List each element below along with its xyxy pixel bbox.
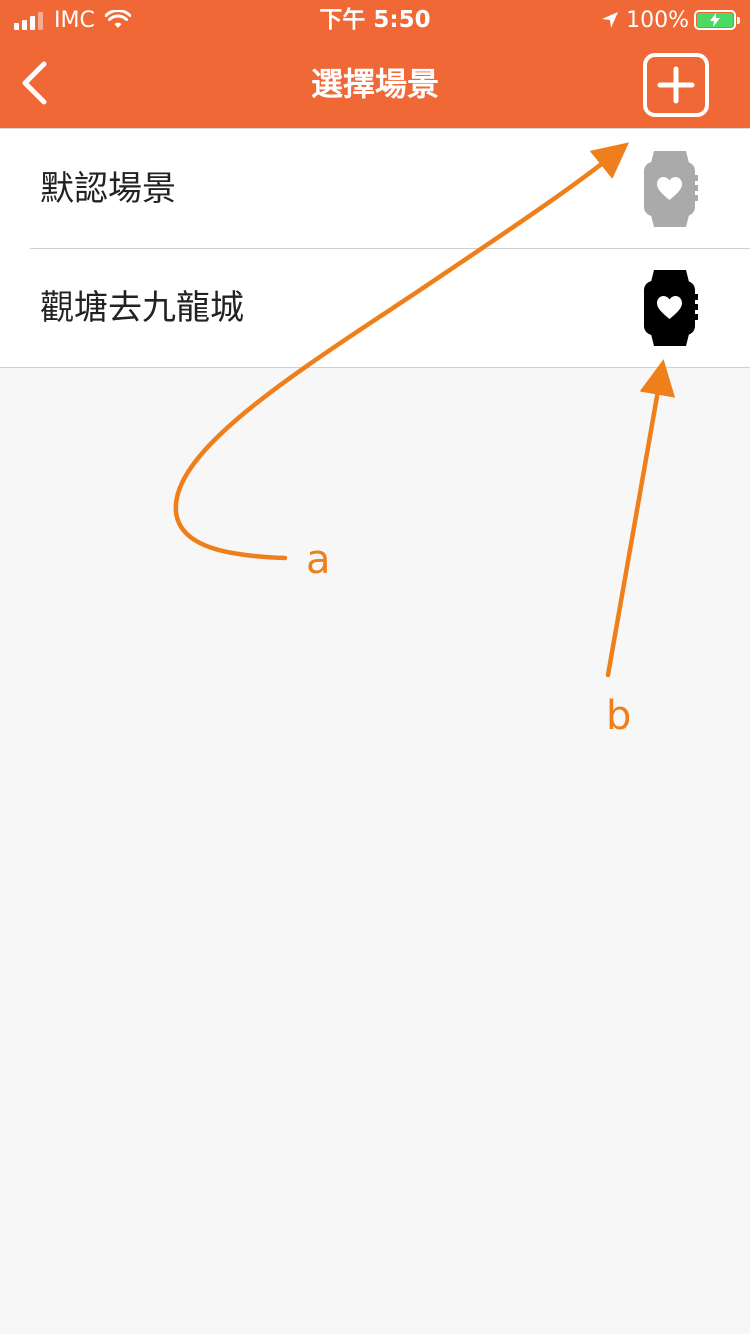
battery-icon [694,10,740,30]
header-area: IMC 下午 5:50 100% 選擇場景 [0,0,750,128]
annotation-arrow-b [605,359,676,678]
scene-row-kwun-tong[interactable]: 觀塘去九龍城 [0,248,750,367]
status-bar: IMC 下午 5:50 100% [0,0,750,40]
nav-bar: 選擇場景 [0,40,750,128]
battery-percent: 100% [626,7,689,33]
scene-row-default[interactable]: 默認場景 [0,129,750,248]
add-scene-button[interactable] [643,53,709,117]
status-right: 100% [600,6,740,34]
plus-icon [657,66,695,104]
watch-heart-icon[interactable] [639,268,701,348]
scene-label: 觀塘去九龍城 [40,288,244,328]
scene-list: 默認場景 觀塘去九龍城 [0,128,750,368]
annotation-label-b: b [606,693,632,739]
annotation-label-a: a [306,537,331,583]
scene-label: 默認場景 [40,169,176,209]
page-title: 選擇場景 [310,65,439,103]
watch-heart-icon[interactable] [639,149,701,229]
location-arrow-icon [602,12,619,28]
page: IMC 下午 5:50 100% 選擇場景 默認場景 觀塘去九龍城 a b [0,0,750,1334]
